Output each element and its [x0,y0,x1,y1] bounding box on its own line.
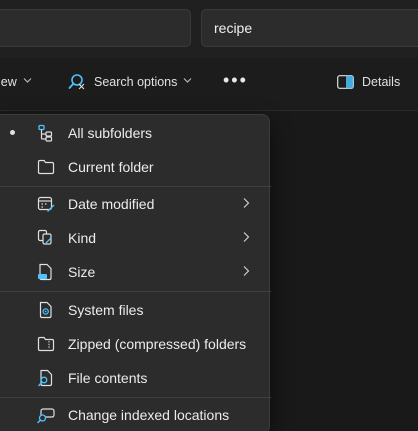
address-bar-row: recipe [0,0,418,58]
indexed-locations-icon [37,406,55,424]
details-pane-icon [337,75,354,89]
system-file-icon [37,301,55,319]
menu-item-all-subfolders[interactable]: All subfolders [0,117,271,149]
details-button-label: Details [362,75,401,89]
zipped-folder-icon [37,335,55,353]
chevron-right-icon [241,197,251,209]
menu-item-size[interactable]: Size [0,256,271,288]
search-options-label: Search options [94,75,178,89]
menu-item-label: Size [68,264,96,280]
menu-item-label: All subfolders [68,125,153,141]
menu-item-label: File contents [68,370,148,386]
view-button-label: iew [0,75,17,89]
calendar-edit-icon [37,195,55,213]
search-options-icon [68,73,86,91]
menu-item-kind[interactable]: Kind [0,222,271,254]
file-search-icon [37,369,55,387]
menu-item-label: Change indexed locations [68,407,230,423]
menu-item-label: Zipped (compressed) folders [68,336,247,352]
menu-item-label: Date modified [68,196,155,212]
more-options-button[interactable]: ••• [223,70,248,91]
chevron-down-icon [23,77,32,84]
menu-separator [0,397,271,398]
menu-item-current-folder[interactable]: Current folder [0,151,271,183]
search-box[interactable]: recipe [201,9,418,47]
menu-item-label: Kind [68,230,97,246]
search-query-text: recipe [214,20,253,36]
search-options-menu: All subfolders Current folder Date modif… [0,114,271,431]
menu-separator [0,291,271,292]
selected-bullet-icon [10,130,15,135]
menu-item-system-files[interactable]: System files [0,294,271,326]
file-size-icon [37,263,55,281]
folder-icon [37,158,55,176]
chevron-right-icon [241,265,251,277]
chevron-right-icon [241,231,251,243]
command-bar: iew Search options ••• [0,58,418,111]
kind-icon [37,229,55,247]
explorer-window: recipe iew Search options ••• [0,0,418,431]
chevron-down-icon [183,77,192,84]
address-bar[interactable] [0,9,191,47]
menu-item-date-modified[interactable]: Date modified [0,188,271,220]
subfolders-icon [37,124,55,142]
menu-item-zipped-folders[interactable]: Zipped (compressed) folders [0,328,271,360]
menu-item-change-indexed-locations[interactable]: Change indexed locations [0,399,271,431]
menu-item-label: System files [68,302,144,318]
menu-item-label: Current folder [68,159,154,175]
menu-item-file-contents[interactable]: File contents [0,362,271,394]
menu-separator [0,186,271,187]
